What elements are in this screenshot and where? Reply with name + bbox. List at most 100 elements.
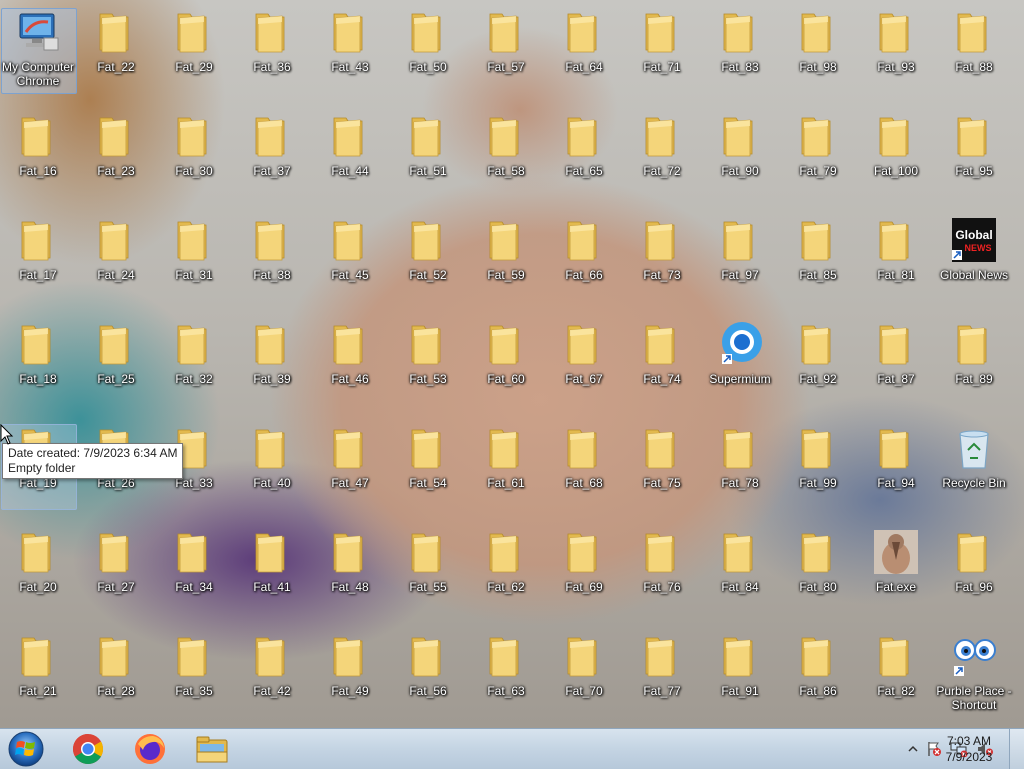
desktop-icon-fat-45[interactable]: Fat_45 (312, 212, 388, 312)
folder-icon (14, 112, 62, 160)
desktop-icon-fat-68[interactable]: Fat_68 (546, 420, 622, 520)
desktop-icon-fat-67[interactable]: Fat_67 (546, 316, 622, 416)
desktop-icon-fat-100[interactable]: Fat_100 (858, 108, 934, 208)
folder-icon (482, 216, 530, 264)
desktop-icon-fat-50[interactable]: Fat_50 (390, 4, 466, 104)
desktop-icon-fat-96[interactable]: Fat_96 (936, 524, 1012, 624)
desktop-icon-fat-29[interactable]: Fat_29 (156, 4, 232, 104)
desktop-icon-fat-82[interactable]: Fat_82 (858, 628, 934, 728)
desktop-icon-fat-64[interactable]: Fat_64 (546, 4, 622, 104)
desktop-icon-fat-85[interactable]: Fat_85 (780, 212, 856, 312)
desktop-icon-fat-40[interactable]: Fat_40 (234, 420, 310, 520)
taskbar-file-explorer-button[interactable] (186, 731, 238, 767)
desktop-icon-fat-34[interactable]: Fat_34 (156, 524, 232, 624)
taskbar-firefox-button[interactable] (124, 731, 176, 767)
desktop-icon-fat-37[interactable]: Fat_37 (234, 108, 310, 208)
desktop-icon-supermium[interactable]: Supermium (702, 316, 778, 416)
desktop-icon-my-computer-chrome[interactable]: My Computer Chrome (0, 4, 77, 104)
desktop-icon-fat-exe[interactable]: Fat.exe (858, 524, 934, 624)
desktop-icon-fat-77[interactable]: Fat_77 (624, 628, 700, 728)
taskbar-clock[interactable]: 7:03 AM 7/9/2023 (934, 733, 1004, 765)
desktop-icon-fat-79[interactable]: Fat_79 (780, 108, 856, 208)
desktop-icon-fat-62[interactable]: Fat_62 (468, 524, 544, 624)
desktop-icon-fat-75[interactable]: Fat_75 (624, 420, 700, 520)
desktop-icon-fat-73[interactable]: Fat_73 (624, 212, 700, 312)
desktop-icon-global-news[interactable]: Global NEWS Global News (936, 212, 1012, 312)
desktop-icon-fat-83[interactable]: Fat_83 (702, 4, 778, 104)
desktop-icon-fat-78[interactable]: Fat_78 (702, 420, 778, 520)
desktop-icon-fat-92[interactable]: Fat_92 (780, 316, 856, 416)
desktop-icon-fat-69[interactable]: Fat_69 (546, 524, 622, 624)
desktop-icon-fat-20[interactable]: Fat_20 (0, 524, 76, 624)
desktop-icon-fat-32[interactable]: Fat_32 (156, 316, 232, 416)
desktop-icon-fat-53[interactable]: Fat_53 (390, 316, 466, 416)
desktop-icon-fat-46[interactable]: Fat_46 (312, 316, 388, 416)
desktop-icon-fat-21[interactable]: Fat_21 (0, 628, 76, 728)
desktop-icon-fat-44[interactable]: Fat_44 (312, 108, 388, 208)
desktop-icon-fat-93[interactable]: Fat_93 (858, 4, 934, 104)
desktop-icon-fat-52[interactable]: Fat_52 (390, 212, 466, 312)
desktop-icon-fat-97[interactable]: Fat_97 (702, 212, 778, 312)
desktop-icon-fat-35[interactable]: Fat_35 (156, 628, 232, 728)
desktop-icon-fat-87[interactable]: Fat_87 (858, 316, 934, 416)
desktop-icon-fat-95[interactable]: Fat_95 (936, 108, 1012, 208)
desktop-icon-fat-49[interactable]: Fat_49 (312, 628, 388, 728)
start-button[interactable] (4, 729, 48, 769)
desktop-icon-fat-72[interactable]: Fat_72 (624, 108, 700, 208)
desktop-icon-fat-98[interactable]: Fat_98 (780, 4, 856, 104)
desktop-icon-fat-23[interactable]: Fat_23 (78, 108, 154, 208)
desktop-icon-fat-63[interactable]: Fat_63 (468, 628, 544, 728)
taskbar-chrome-button[interactable] (62, 731, 114, 767)
desktop-icon-fat-39[interactable]: Fat_39 (234, 316, 310, 416)
desktop-icon-fat-65[interactable]: Fat_65 (546, 108, 622, 208)
desktop-icon-fat-48[interactable]: Fat_48 (312, 524, 388, 624)
desktop[interactable]: My Computer Chrome Fat_22 Fat_29 Fat_36 Fat_… (0, 0, 1024, 728)
desktop-icon-fat-70[interactable]: Fat_70 (546, 628, 622, 728)
desktop-icon-fat-89[interactable]: Fat_89 (936, 316, 1012, 416)
desktop-icon-fat-54[interactable]: Fat_54 (390, 420, 466, 520)
desktop-icon-fat-25[interactable]: Fat_25 (78, 316, 154, 416)
desktop-icon-fat-91[interactable]: Fat_91 (702, 628, 778, 728)
desktop-icon-fat-61[interactable]: Fat_61 (468, 420, 544, 520)
desktop-icon-fat-55[interactable]: Fat_55 (390, 524, 466, 624)
desktop-icon-fat-88[interactable]: Fat_88 (936, 4, 1012, 104)
desktop-icon-fat-57[interactable]: Fat_57 (468, 4, 544, 104)
desktop-icon-fat-47[interactable]: Fat_47 (312, 420, 388, 520)
desktop-icon-fat-58[interactable]: Fat_58 (468, 108, 544, 208)
desktop-icon-fat-51[interactable]: Fat_51 (390, 108, 466, 208)
show-desktop-button[interactable] (1009, 729, 1024, 769)
desktop-icon-fat-31[interactable]: Fat_31 (156, 212, 232, 312)
desktop-icon-fat-38[interactable]: Fat_38 (234, 212, 310, 312)
desktop-icon-fat-42[interactable]: Fat_42 (234, 628, 310, 728)
desktop-icon-fat-24[interactable]: Fat_24 (78, 212, 154, 312)
desktop-icon-fat-18[interactable]: Fat_18 (0, 316, 76, 416)
desktop-icon-fat-22[interactable]: Fat_22 (78, 4, 154, 104)
desktop-icon-fat-43[interactable]: Fat_43 (312, 4, 388, 104)
desktop-icon-fat-80[interactable]: Fat_80 (780, 524, 856, 624)
desktop-icon-fat-28[interactable]: Fat_28 (78, 628, 154, 728)
desktop-icon-fat-99[interactable]: Fat_99 (780, 420, 856, 520)
desktop-icon-fat-74[interactable]: Fat_74 (624, 316, 700, 416)
desktop-icon-fat-84[interactable]: Fat_84 (702, 524, 778, 624)
desktop-icon-recycle-bin[interactable]: Recycle Bin (936, 420, 1012, 520)
desktop-icon-fat-16[interactable]: Fat_16 (0, 108, 76, 208)
desktop-icon-fat-27[interactable]: Fat_27 (78, 524, 154, 624)
desktop-icon-fat-94[interactable]: Fat_94 (858, 420, 934, 520)
desktop-icon-fat-17[interactable]: Fat_17 (0, 212, 76, 312)
desktop-icon-fat-41[interactable]: Fat_41 (234, 524, 310, 624)
desktop-icon-fat-81[interactable]: Fat_81 (858, 212, 934, 312)
desktop-icon-fat-86[interactable]: Fat_86 (780, 628, 856, 728)
desktop-icon-purble-place-shortcut[interactable]: Purble Place - Shortcut (936, 628, 1012, 728)
desktop-icon-fat-76[interactable]: Fat_76 (624, 524, 700, 624)
folder-icon (638, 632, 686, 680)
desktop-icon-fat-60[interactable]: Fat_60 (468, 316, 544, 416)
desktop-icon-fat-59[interactable]: Fat_59 (468, 212, 544, 312)
desktop-icon-fat-30[interactable]: Fat_30 (156, 108, 232, 208)
desktop-icon-label: Fat_66 (565, 268, 603, 282)
desktop-icon-fat-71[interactable]: Fat_71 (624, 4, 700, 104)
show-hidden-icons-button[interactable] (908, 745, 918, 753)
desktop-icon-fat-90[interactable]: Fat_90 (702, 108, 778, 208)
desktop-icon-fat-36[interactable]: Fat_36 (234, 4, 310, 104)
desktop-icon-fat-66[interactable]: Fat_66 (546, 212, 622, 312)
desktop-icon-fat-56[interactable]: Fat_56 (390, 628, 466, 728)
